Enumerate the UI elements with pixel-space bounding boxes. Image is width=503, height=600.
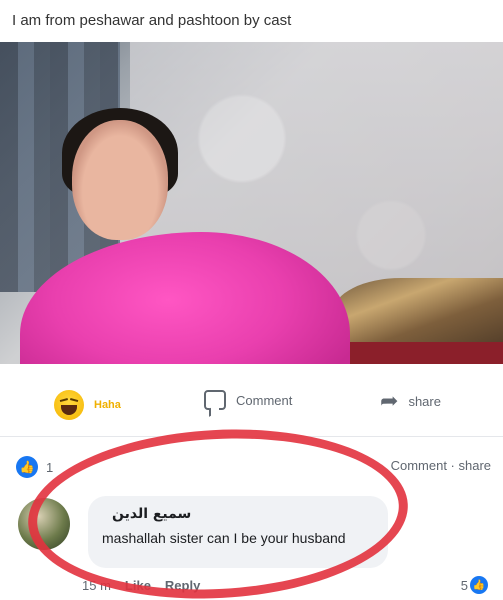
reaction-count-value: 5 <box>460 577 468 593</box>
like-count-value: 1 <box>46 459 54 475</box>
comment-reply-button[interactable]: Reply <box>165 578 200 593</box>
post-text: I am from peshawar and pashtoon by cast <box>12 12 292 29</box>
share-arrow-icon: ➦ <box>380 388 399 413</box>
thumbs-up-icon: 👍 <box>16 456 38 478</box>
comment: سميع الدين mashallah sister can I be you… <box>18 490 488 594</box>
haha-reaction-button[interactable]: Haha <box>54 390 121 420</box>
comment-label: Comment <box>236 392 293 408</box>
comment-meta: 15 m Like Reply <box>82 578 200 593</box>
like-count[interactable]: 👍 1 <box>16 456 53 478</box>
haha-emoji-icon <box>54 390 84 420</box>
photo-figure-head <box>72 120 168 240</box>
post-photo[interactable] <box>0 42 503 364</box>
comment-author[interactable]: سميع الدين <box>112 506 374 522</box>
thumbs-up-icon: 👍 <box>470 576 488 594</box>
comment-button[interactable]: Comment <box>204 390 292 410</box>
comment-reaction-count[interactable]: 5 👍 <box>461 576 488 594</box>
comment-time: 15 m <box>82 578 111 593</box>
comment-like-button[interactable]: Like <box>125 578 151 593</box>
comment-icon <box>204 390 226 410</box>
comment-share-meta[interactable]: Comment · share <box>391 458 491 473</box>
haha-label: Haha <box>94 399 121 411</box>
comment-text: mashallah sister can I be your husband <box>102 530 346 546</box>
share-label: share <box>408 393 441 409</box>
divider <box>0 436 503 437</box>
post-actions-bar: Haha Comment ➦ share <box>0 372 503 432</box>
avatar[interactable] <box>18 498 70 550</box>
share-button[interactable]: ➦ share <box>380 390 441 412</box>
comment-bubble: سميع الدين mashallah sister can I be you… <box>88 496 388 568</box>
